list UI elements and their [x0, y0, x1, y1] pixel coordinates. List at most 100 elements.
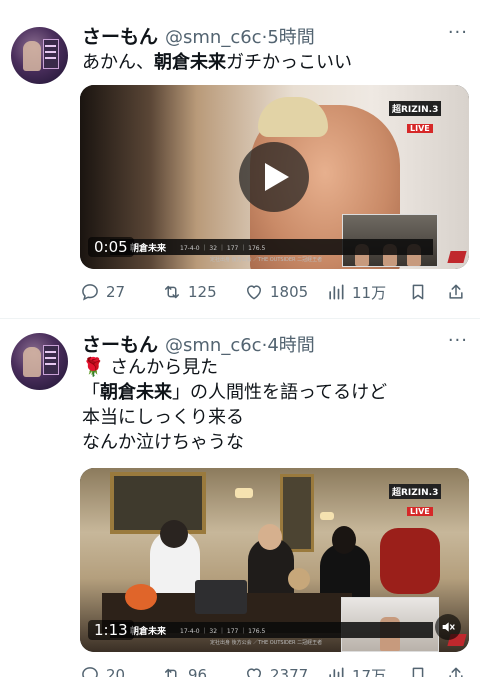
avatar-line — [45, 363, 56, 365]
avatar-line — [45, 45, 56, 47]
text-segment: ガチかっこいい — [226, 52, 352, 73]
wall-painting — [280, 474, 314, 552]
like-count: 2377 — [270, 666, 309, 677]
lower-third-name: 朝倉未来 — [130, 243, 167, 254]
broadcast-logo-text: 超RIZIN.3 — [389, 484, 442, 499]
text-bold-segment: 朝倉未来 — [154, 52, 226, 73]
reply-count: 20 — [106, 666, 126, 677]
user-handle[interactable]: @smn_c6c — [165, 27, 262, 48]
red-cushion — [380, 528, 440, 594]
text-segment: あかん、 — [82, 52, 154, 73]
avatar[interactable] — [11, 27, 68, 84]
text-segment: 」の人間性を語ってるけど — [172, 382, 388, 403]
text-segment: 「 — [82, 382, 100, 403]
retweet-icon — [165, 285, 179, 299]
views-button[interactable]: 11万 — [326, 280, 386, 304]
views-button[interactable]: 17万 — [326, 663, 386, 677]
lower-third-stats: 17-4-0 ｜ 32 ｜ 177 ｜ 176.5 — [180, 244, 266, 252]
reply-button[interactable]: 27 — [80, 280, 125, 304]
video-duration: 0:05 — [88, 237, 134, 257]
reply-icon — [82, 667, 98, 677]
lower-third-subtitle: 定社出身 後方公会 ／THE OUTSIDER 二冠経王者 — [210, 257, 323, 263]
broadcast-logo: 超RIZIN.3 LIVE — [389, 97, 443, 133]
live-badge: LIVE — [407, 507, 433, 516]
lower-third-stats: 17-4-0 ｜ 32 ｜ 177 ｜ 176.5 — [180, 627, 266, 635]
heart-icon — [247, 668, 261, 677]
video-duration: 1:13 — [88, 620, 134, 640]
avatar[interactable] — [11, 333, 68, 390]
wall-lamp — [235, 488, 253, 498]
avatar-line — [45, 57, 56, 59]
video-person-head — [258, 524, 282, 550]
lower-third-subtitle: 定社出身 後方公会 ／THE OUTSIDER 二冠経王者 — [210, 640, 323, 646]
reply-button[interactable]: 20 — [80, 663, 125, 677]
share-icon — [449, 284, 463, 299]
retweet-count: 125 — [188, 283, 217, 301]
bookmark-icon — [412, 667, 424, 677]
live-badge: LIVE — [407, 124, 433, 133]
play-button[interactable] — [239, 142, 309, 212]
video-person-head — [332, 526, 356, 554]
speaker-muted-icon — [442, 622, 455, 632]
tweet-text-line-4: なんか泣けちゃうな — [82, 430, 244, 456]
avatar-panel — [43, 39, 59, 69]
share-button[interactable] — [446, 663, 466, 677]
action-bar: 20 96 2377 17万 — [80, 663, 472, 677]
rizin-badge-icon — [447, 251, 467, 263]
tweet-text-line-2: 「朝倉未来」の人間性を語ってるけど — [82, 380, 387, 406]
video-player[interactable]: 超RIZIN.3 LIVE 朝倉未来 17-4-0 ｜ 32 ｜ 177 ｜ 1… — [80, 85, 469, 269]
retweet-button[interactable]: 125 — [162, 280, 217, 304]
orange-toy — [125, 584, 157, 610]
stuffed-bear — [288, 568, 310, 590]
lower-third: 朝倉未来 17-4-0 ｜ 32 ｜ 177 ｜ 176.5 定社出身 後方公会… — [110, 622, 433, 646]
retweet-icon — [165, 668, 177, 677]
tweet-1[interactable]: さーもん @smn_c6c ·5時間 ··· あかん、朝倉未来ガチかっこいい 超… — [0, 0, 480, 318]
display-name[interactable]: さーもん — [82, 330, 158, 357]
tweet-text-line-3: 本当にしっくり来る — [82, 405, 244, 431]
views-count: 11万 — [352, 283, 387, 302]
retweet-button[interactable]: 96 — [162, 663, 207, 677]
more-options-icon[interactable]: ··· — [448, 330, 468, 351]
text-bold-segment: 朝倉未来 — [100, 382, 172, 403]
reply-icon — [82, 284, 98, 301]
views-icon — [329, 667, 344, 677]
share-button[interactable] — [446, 280, 466, 304]
share-icon — [449, 667, 463, 677]
like-count: 1805 — [270, 283, 309, 301]
wall-painting — [110, 472, 206, 534]
avatar-line — [45, 351, 56, 353]
avatar-figure — [23, 347, 41, 377]
mute-button[interactable] — [435, 614, 461, 640]
bookmark-button[interactable] — [408, 280, 428, 304]
tweet-text-line-1: 🌹 さんから見た — [82, 355, 218, 381]
tweet-text: あかん、朝倉未来ガチかっこいい — [82, 50, 352, 76]
play-icon — [265, 163, 289, 191]
broadcast-logo: 超RIZIN.3 LIVE — [389, 480, 443, 516]
like-button[interactable]: 2377 — [244, 663, 308, 677]
reply-count: 27 — [106, 283, 126, 301]
retweet-count: 96 — [188, 666, 208, 677]
timestamp[interactable]: ·4時間 — [262, 331, 315, 357]
like-button[interactable]: 1805 — [244, 280, 308, 304]
more-options-icon[interactable]: ··· — [448, 22, 468, 43]
bookmark-button[interactable] — [408, 663, 428, 677]
avatar-figure — [23, 41, 41, 71]
lower-third-name: 朝倉未来 — [130, 626, 167, 637]
avatar-panel — [43, 345, 59, 375]
tweet-header: さーもん @smn_c6c ·4時間 — [82, 330, 315, 357]
text-segment: さんから見た — [104, 357, 219, 378]
wall-lamp — [320, 512, 334, 520]
timestamp[interactable]: ·5時間 — [262, 23, 315, 49]
tweet-2[interactable]: さーもん @smn_c6c ·4時間 ··· 🌹 さんから見た 「朝倉未来」の人… — [0, 318, 480, 677]
views-count: 17万 — [352, 666, 387, 677]
video-player[interactable]: 超RIZIN.3 LIVE 朝倉未来 17-4-0 ｜ 32 ｜ 177 ｜ 1… — [80, 468, 469, 652]
laptop — [195, 580, 247, 614]
text-segment: なんか泣けちゃうな — [82, 432, 244, 453]
bookmark-icon — [412, 284, 424, 300]
rose-emoji-icon: 🌹 — [82, 357, 105, 378]
lower-third: 朝倉未来 17-4-0 ｜ 32 ｜ 177 ｜ 176.5 定社出身 後方公会… — [110, 239, 433, 263]
user-handle[interactable]: @smn_c6c — [165, 335, 262, 356]
display-name[interactable]: さーもん — [82, 22, 158, 49]
text-segment: 本当にしっくり来る — [82, 407, 244, 428]
views-icon — [329, 284, 344, 300]
